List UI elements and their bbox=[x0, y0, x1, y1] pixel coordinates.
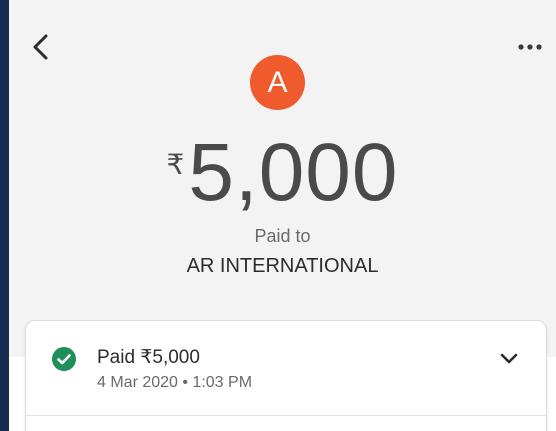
chevron-left-icon bbox=[27, 32, 57, 62]
recipient-name: AR INTERNATIONAL bbox=[186, 255, 379, 277]
avatar: A bbox=[250, 55, 305, 110]
card-divider bbox=[26, 415, 546, 416]
payment-amount: ₹5,000 bbox=[9, 126, 556, 220]
check-circle-icon bbox=[51, 346, 77, 372]
status-timestamp: 4 Mar 2020 • 1:03 PM bbox=[97, 374, 253, 391]
chevron-down-icon bbox=[495, 347, 523, 371]
currency-symbol: ₹ bbox=[166, 149, 185, 180]
expand-button[interactable] bbox=[495, 347, 523, 371]
back-button[interactable] bbox=[27, 32, 57, 62]
amount-value: 5,000 bbox=[188, 127, 399, 218]
payment-status-card[interactable]: Paid ₹5,000 4 Mar 2020 • 1:03 PM bbox=[25, 320, 547, 431]
more-options-button[interactable] bbox=[515, 38, 549, 56]
more-horizontal-icon bbox=[515, 38, 549, 56]
transaction-details-screen: A ₹5,000 Paid to AR INTERNATIONAL Paid ₹… bbox=[9, 0, 556, 431]
status-title: Paid ₹5,000 bbox=[97, 347, 200, 368]
paid-to-label: Paid to bbox=[254, 226, 311, 246]
